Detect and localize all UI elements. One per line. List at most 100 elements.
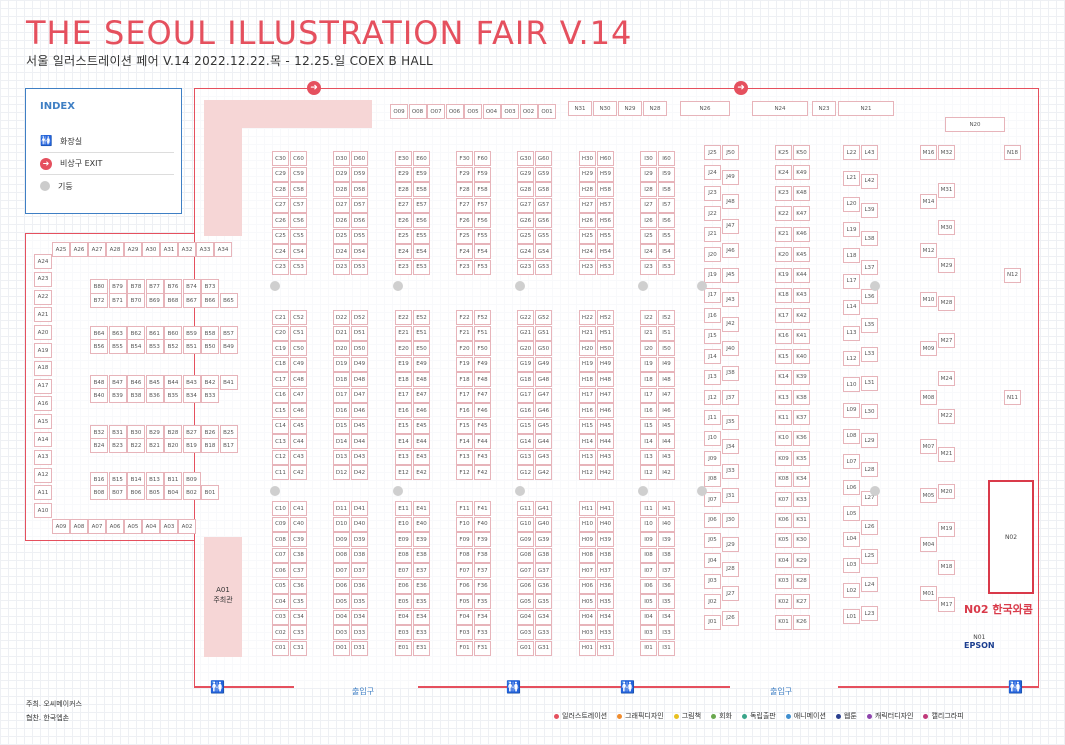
booth-k08[interactable]: K08 <box>775 471 792 487</box>
booth-h37[interactable]: H37 <box>597 563 614 578</box>
booth-c58[interactable]: C58 <box>290 182 307 197</box>
booth-b66[interactable]: B66 <box>201 293 219 308</box>
booth-g40[interactable]: G40 <box>535 516 552 532</box>
booth-f45[interactable]: F45 <box>474 418 491 434</box>
booth-k43[interactable]: K43 <box>793 287 810 303</box>
booth-k42[interactable]: K42 <box>793 308 810 324</box>
booth-d38[interactable]: D38 <box>351 547 368 563</box>
booth-k50[interactable]: K50 <box>793 145 810 160</box>
booth-c19[interactable]: C19 <box>272 341 289 356</box>
booth-e49[interactable]: E49 <box>413 356 430 372</box>
booth-i34[interactable]: I34 <box>658 609 675 625</box>
booth-k36[interactable]: K36 <box>793 430 810 446</box>
booth-d45[interactable]: D45 <box>351 418 368 434</box>
booth-g57[interactable]: G57 <box>535 197 552 213</box>
booth-f26[interactable]: F26 <box>456 213 473 228</box>
booth-j34[interactable]: J34 <box>722 439 739 454</box>
booth-d13[interactable]: D13 <box>333 449 350 465</box>
booth-f21[interactable]: F21 <box>456 325 473 341</box>
booth-c45[interactable]: C45 <box>290 418 307 434</box>
booth-g37[interactable]: G37 <box>535 563 552 578</box>
booth-d46[interactable]: D46 <box>351 403 368 418</box>
booth-d11[interactable]: D11 <box>333 501 350 516</box>
booth-b21[interactable]: B21 <box>145 438 164 453</box>
booth-e39[interactable]: E39 <box>413 532 430 547</box>
booth-i28[interactable]: I28 <box>640 182 657 197</box>
booth-h46[interactable]: H46 <box>597 403 614 418</box>
booth-i12[interactable]: I12 <box>640 465 657 480</box>
booth-m29[interactable]: M29 <box>938 258 955 274</box>
booth-k10[interactable]: K10 <box>775 430 792 446</box>
booth-g33[interactable]: G33 <box>535 625 552 640</box>
booth-j20[interactable]: J20 <box>704 247 721 263</box>
booth-l33[interactable]: L33 <box>861 346 878 362</box>
booth-g38[interactable]: G38 <box>535 547 552 563</box>
booth-d15[interactable]: D15 <box>333 418 350 434</box>
booth-g54[interactable]: G54 <box>535 244 552 259</box>
booth-l06[interactable]: L06 <box>843 480 860 496</box>
booth-f51[interactable]: F51 <box>474 325 491 341</box>
booth-i13[interactable]: I13 <box>640 449 657 465</box>
booth-g09[interactable]: G09 <box>517 532 534 547</box>
booth-e48[interactable]: E48 <box>413 372 430 387</box>
booth-f09[interactable]: F09 <box>456 532 473 547</box>
booth-a27[interactable]: A27 <box>88 242 106 257</box>
booth-d30[interactable]: D30 <box>333 151 350 166</box>
booth-m27[interactable]: M27 <box>938 333 955 349</box>
booth-g11[interactable]: G11 <box>517 501 534 516</box>
booth-c13[interactable]: C13 <box>272 434 289 449</box>
booth-j25[interactable]: J25 <box>704 145 721 160</box>
booth-i50[interactable]: I50 <box>658 341 675 356</box>
booth-m28[interactable]: M28 <box>938 295 955 311</box>
booth-h10[interactable]: H10 <box>579 516 596 532</box>
booth-m01[interactable]: M01 <box>920 586 937 601</box>
booth-b78[interactable]: B78 <box>127 279 145 294</box>
booth-f54[interactable]: F54 <box>474 244 491 259</box>
booth-o02[interactable]: O02 <box>519 104 538 119</box>
booth-l08[interactable]: L08 <box>843 428 860 444</box>
booth-h18[interactable]: H18 <box>579 372 596 387</box>
booth-d19[interactable]: D19 <box>333 356 350 372</box>
booth-k18[interactable]: K18 <box>775 287 792 303</box>
booth-m07[interactable]: M07 <box>920 439 937 454</box>
booth-b80[interactable]: B80 <box>90 279 108 294</box>
booth-b53[interactable]: B53 <box>145 339 164 354</box>
booth-b23[interactable]: B23 <box>108 438 127 453</box>
booth-m16[interactable]: M16 <box>920 145 937 160</box>
booth-e42[interactable]: E42 <box>413 465 430 480</box>
booth-g31[interactable]: G31 <box>535 640 552 656</box>
booth-a11[interactable]: A11 <box>34 485 52 501</box>
booth-f24[interactable]: F24 <box>456 244 473 259</box>
booth-h12[interactable]: H12 <box>579 465 596 480</box>
booth-j33[interactable]: J33 <box>722 463 739 479</box>
booth-b41[interactable]: B41 <box>219 375 238 390</box>
booth-e53[interactable]: E53 <box>413 259 430 275</box>
booth-f13[interactable]: F13 <box>456 449 473 465</box>
booth-d48[interactable]: D48 <box>351 372 368 387</box>
booth-o03[interactable]: O03 <box>501 104 519 119</box>
booth-f48[interactable]: F48 <box>474 372 491 387</box>
booth-j50[interactable]: J50 <box>722 145 739 160</box>
booth-g25[interactable]: G25 <box>517 228 534 244</box>
booth-i21[interactable]: I21 <box>640 325 657 341</box>
booth-l20[interactable]: L20 <box>843 196 860 212</box>
booth-f07[interactable]: F07 <box>456 563 473 578</box>
booth-m05[interactable]: M05 <box>920 488 937 503</box>
booth-j37[interactable]: J37 <box>722 390 739 405</box>
booth-c05[interactable]: C05 <box>272 578 289 594</box>
booth-h20[interactable]: H20 <box>579 341 596 356</box>
booth-c41[interactable]: C41 <box>290 501 307 516</box>
booth-d09[interactable]: D09 <box>333 532 350 547</box>
booth-c16[interactable]: C16 <box>272 387 289 403</box>
booth-e01[interactable]: E01 <box>395 640 412 656</box>
booth-h11[interactable]: H11 <box>579 501 596 516</box>
booth-b71[interactable]: B71 <box>108 293 127 308</box>
booth-l10[interactable]: L10 <box>843 377 860 393</box>
booth-i06[interactable]: I06 <box>640 578 657 594</box>
booth-g03[interactable]: G03 <box>517 625 534 640</box>
booth-d49[interactable]: D49 <box>351 356 368 372</box>
booth-o05[interactable]: O05 <box>464 104 482 119</box>
booth-d41[interactable]: D41 <box>351 501 368 516</box>
booth-i37[interactable]: I37 <box>658 563 675 578</box>
booth-d17[interactable]: D17 <box>333 387 350 403</box>
